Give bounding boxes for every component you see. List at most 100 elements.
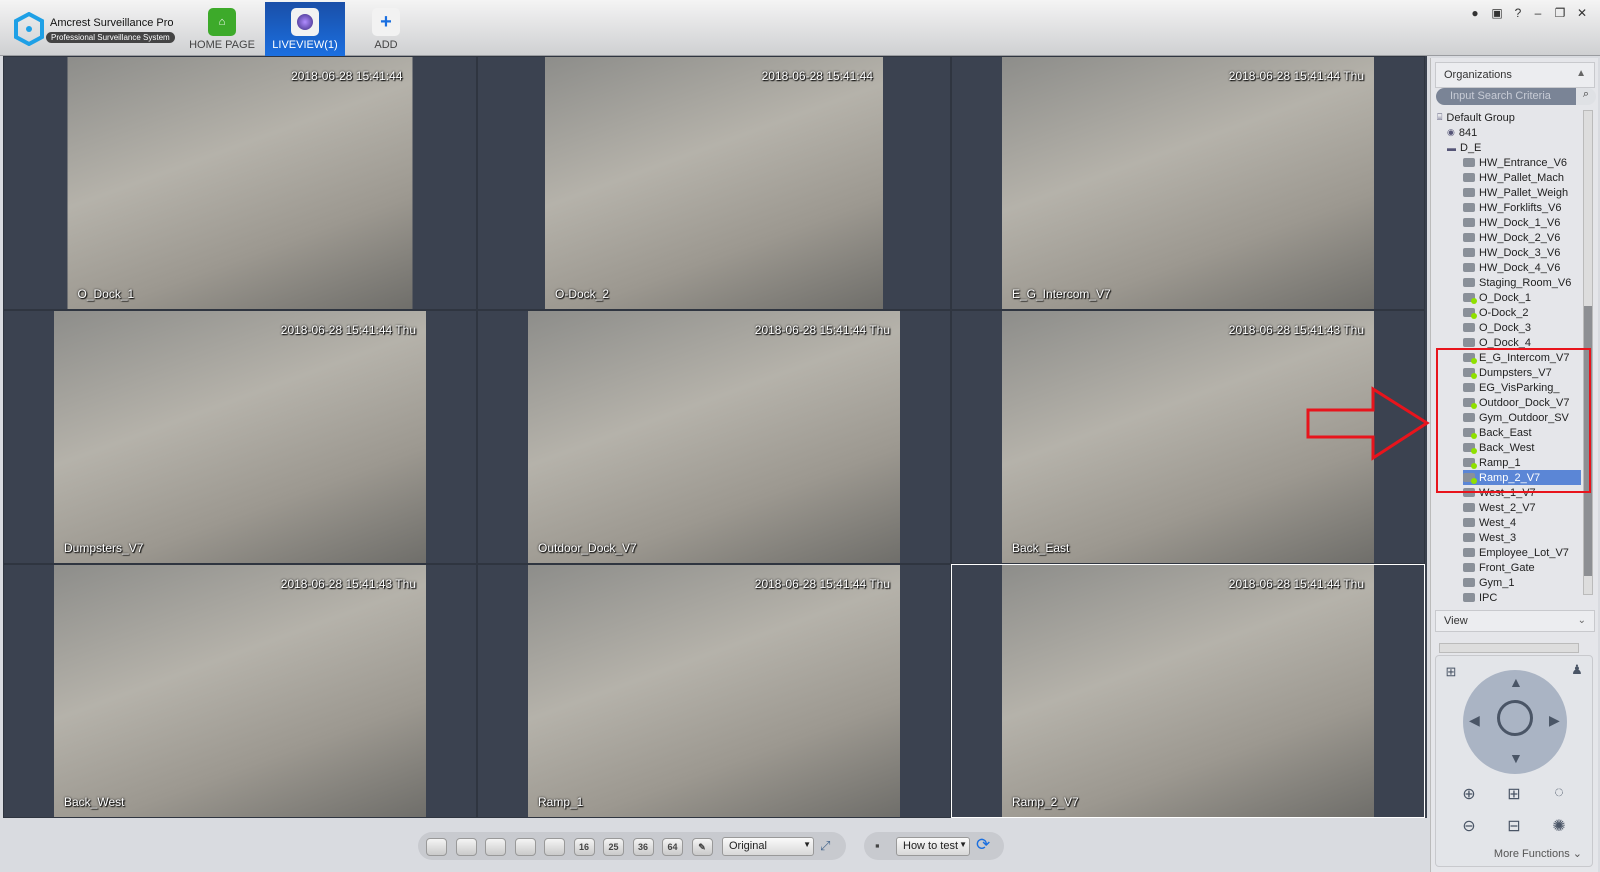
restore-icon[interactable]: ❐ — [1550, 6, 1570, 20]
feed-timestamp: 2018-06-28 15:41:43 Thu — [1228, 323, 1364, 337]
sequence-play-icon[interactable]: ⟳ — [976, 835, 990, 855]
tree-item-group[interactable]: ◉ 841 — [1447, 125, 1477, 140]
arrow-down-icon[interactable]: ▼ — [1509, 750, 1523, 766]
tree-item-camera[interactable]: West_3 — [1463, 530, 1516, 545]
zoom-area-icon[interactable] — [1497, 700, 1533, 736]
iris-open-icon[interactable]: ◌ — [1548, 784, 1570, 802]
tree-horizontal-scrollbar[interactable] — [1439, 643, 1579, 653]
layout-custom-button[interactable]: ✎ — [691, 838, 713, 856]
focus-near-icon[interactable]: ⊞ — [1503, 784, 1525, 804]
feed-label: E_G_Intercom_V7 — [1012, 287, 1111, 301]
tree-item-camera[interactable]: HW_Pallet_Weigh — [1463, 185, 1568, 200]
tree-item-camera[interactable]: HW_Dock_3_V6 — [1463, 245, 1560, 260]
camera-icon — [1463, 518, 1475, 527]
bottom-toolbar: Original ▼ ⤢ 16 25 36 64 ✎ ▪ How to test ▼ ⟳ — [0, 818, 1430, 872]
layout-16-button[interactable]: 16 — [573, 838, 595, 856]
video-cell[interactable]: 2018-06-28 15:41:44 Thu Outdoor_Dock_V7 — [477, 310, 951, 564]
tree-item-camera[interactable]: O_Dock_1 — [1463, 290, 1531, 305]
tab-add[interactable]: + ADD — [346, 2, 426, 56]
layout-1-button[interactable] — [426, 838, 447, 856]
tree-item-camera[interactable]: HW_Dock_1_V6 — [1463, 215, 1560, 230]
iris-close-icon[interactable]: ✺ — [1548, 816, 1570, 836]
video-cell[interactable]: 2018-06-28 15:41:43 Thu Back_West — [3, 564, 477, 818]
layout-25-button[interactable]: 25 — [603, 838, 624, 856]
help-icon[interactable]: ? — [1508, 6, 1528, 20]
tree-item-camera[interactable]: West_2_V7 — [1463, 500, 1536, 515]
layout-9-button[interactable] — [544, 838, 565, 856]
tree-item-camera[interactable]: O-Dock_2 — [1463, 305, 1529, 320]
stream-type-select[interactable]: Original ▼ — [722, 837, 814, 856]
close-icon[interactable]: ✕ — [1572, 6, 1592, 20]
layout-36-button[interactable]: 36 — [632, 838, 654, 856]
feed-timestamp: 2018-06-28 15:41:44 Thu — [754, 577, 890, 591]
tree-item-camera[interactable]: HW_Dock_2_V6 — [1463, 230, 1560, 245]
arrow-left-icon[interactable]: ◀ — [1469, 712, 1480, 729]
camera-feed: 2018-06-28 15:41:44 Thu Dumpsters_V7 — [54, 311, 426, 563]
camera-icon — [1463, 173, 1475, 182]
video-cell[interactable]: 2018-06-28 15:41:44 Thu Ramp_1 — [477, 564, 951, 818]
tree-item-camera[interactable]: West_4 — [1463, 515, 1516, 530]
tree-item-camera[interactable]: O_Dock_3 — [1463, 320, 1531, 335]
arrow-right-icon[interactable]: ▶ — [1549, 712, 1560, 729]
video-cell[interactable]: 2018-06-28 15:41:44 Thu E_G_Intercom_V7 — [951, 56, 1425, 310]
fullscreen-icon[interactable]: ⤢ — [820, 838, 830, 854]
zoom-in-icon[interactable]: ⊕ — [1458, 784, 1480, 804]
view-label: View — [1444, 615, 1468, 627]
view-header[interactable]: View ⌄ — [1435, 610, 1595, 632]
video-cell[interactable]: 2018-06-28 15:41:44 O_Dock_1 — [3, 56, 477, 310]
user-icon[interactable]: ● — [1465, 6, 1485, 20]
search-input[interactable]: Input Search Criteria — [1436, 88, 1576, 105]
camera-feed: 2018-06-28 15:41:44 O-Dock_2 — [545, 57, 883, 309]
tree-item-camera[interactable]: IPC — [1463, 590, 1497, 605]
preset-grid-icon[interactable]: ⊞ — [1440, 664, 1462, 680]
feed-label: O-Dock_2 — [555, 287, 610, 301]
camera-icon — [1463, 308, 1477, 319]
tree-item-label: Gym_1 — [1479, 576, 1515, 589]
tree-item-label: HW_Forklifts_V6 — [1479, 201, 1562, 214]
tree-item-camera[interactable]: Front_Gate — [1463, 560, 1535, 575]
tree-item-label: Employee_Lot_V7 — [1479, 546, 1569, 559]
video-cell[interactable]: 2018-06-28 15:41:44 O-Dock_2 — [477, 56, 951, 310]
tree-item-camera[interactable]: HW_Forklifts_V6 — [1463, 200, 1562, 215]
tree-item-camera[interactable]: Gym_1 — [1463, 575, 1514, 590]
tab-liveview[interactable]: LIVEVIEW(1) — [265, 2, 345, 56]
camera-feed: 2018-06-28 15:41:44 Thu Ramp_2_V7 — [1002, 565, 1374, 817]
joystick-icon[interactable]: ♟ — [1566, 662, 1588, 678]
view-plan-select[interactable]: How to test ▼ — [896, 837, 970, 856]
home-icon: ⌂ — [208, 8, 236, 36]
layout-6-button[interactable] — [485, 838, 506, 856]
video-cell[interactable]: 2018-06-28 15:41:44 Thu Dumpsters_V7 — [3, 310, 477, 564]
arrow-up-icon[interactable]: ▲ — [1509, 674, 1523, 690]
webcam-icon: ◉ — [1447, 127, 1455, 137]
more-functions-button[interactable]: More Functions ⌄ — [1494, 847, 1582, 860]
view-plan-toolbar: ▪ How to test ▼ ⟳ — [864, 832, 1004, 860]
camera-feed: 2018-06-28 15:41:44 Thu Ramp_1 — [528, 565, 900, 817]
search-icon[interactable]: ⌕ — [1576, 88, 1596, 105]
camera-icon — [1463, 293, 1477, 304]
layout-8-button[interactable] — [514, 838, 536, 856]
tree-item-camera[interactable]: HW_Dock_4_V6 — [1463, 260, 1560, 275]
tree-item-group[interactable]: ⌸ Default Group — [1437, 110, 1515, 125]
ptz-dial[interactable]: ▲ ▼ ◀ ▶ — [1463, 670, 1567, 774]
red-arrow-annotation — [1306, 386, 1430, 461]
save-icon[interactable]: ▪ — [875, 838, 880, 853]
tree-item-camera[interactable]: HW_Pallet_Mach — [1463, 170, 1564, 185]
zoom-out-icon[interactable]: ⊖ — [1458, 816, 1480, 836]
layout-4-button[interactable] — [455, 838, 477, 856]
tab-home-page[interactable]: ⌂ HOME PAGE — [182, 2, 262, 56]
tree-item-group[interactable]: ▬ D_E — [1447, 140, 1481, 155]
tree-item-label: West_3 — [1479, 531, 1517, 544]
organizations-label: Organizations — [1444, 69, 1512, 81]
layout-64-button[interactable]: 64 — [662, 838, 683, 856]
organizations-header[interactable]: Organizations ▲ — [1435, 62, 1595, 88]
minimize-icon[interactable]: – — [1528, 6, 1548, 20]
tree-item-camera[interactable]: HW_Entrance_V6 — [1463, 155, 1567, 170]
camera-feed: 2018-06-28 15:41:44 O_Dock_1 — [67, 57, 413, 309]
lock-icon[interactable]: ▣ — [1487, 6, 1507, 20]
tree-item-camera[interactable]: Staging_Room_V6 — [1463, 275, 1571, 290]
video-cell[interactable]: 2018-06-28 15:41:44 Thu Ramp_2_V7 — [951, 564, 1425, 818]
feed-label: Back_West — [64, 795, 125, 809]
focus-far-icon[interactable]: ⊟ — [1503, 816, 1525, 836]
tree-item-camera[interactable]: Employee_Lot_V7 — [1463, 545, 1569, 560]
camera-icon — [1463, 563, 1475, 572]
